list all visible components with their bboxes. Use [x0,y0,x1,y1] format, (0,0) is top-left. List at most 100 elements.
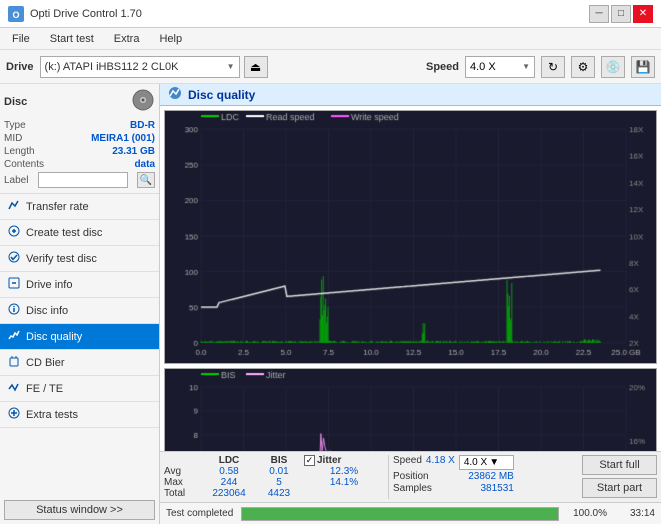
nav-cd-bier[interactable]: CD Bier [0,350,159,376]
nav-transfer-rate[interactable]: Transfer rate [0,194,159,220]
disc-length-label: Length [4,146,35,157]
drive-dropdown-arrow: ▼ [227,62,235,71]
create-test-disc-icon [8,225,20,240]
stats-avg-row: Avg 0.58 0.01 12.3% [164,466,384,477]
refresh-button[interactable]: ↻ [541,56,565,78]
disc-mid-row: MID MEIRA1 (001) [4,132,155,145]
speed-dropdown-stat-val: 4.0 X [464,457,487,468]
maximize-button[interactable]: □ [611,5,631,23]
disc-type-label: Type [4,120,26,131]
disc-section-title: Disc [4,96,27,108]
charts-area [160,106,661,451]
disc-button[interactable]: 💿 [601,56,625,78]
titlebar: O Opti Drive Control 1.70 ─ □ ✕ [0,0,661,28]
nav-create-test-disc[interactable]: Create test disc [0,220,159,246]
disc-length-row: Length 23.31 GB [4,145,155,158]
start-buttons: Start full Start part [582,455,657,498]
speed-label-stat: Speed [393,455,422,470]
extra-tests-icon [8,407,20,422]
menu-start-test[interactable]: Start test [42,31,102,47]
disc-contents-value: data [134,159,155,170]
stats-max-row: Max 244 5 14.1% [164,477,384,488]
main-content: Disc Type BD-R MID MEIRA1 (001) Length 2… [0,84,661,524]
nav-fe-te[interactable]: FE / TE [0,376,159,402]
menu-file[interactable]: File [4,31,38,47]
start-part-button[interactable]: Start part [582,478,657,498]
stats-bar: LDC BIS ✓ Jitter Avg 0.58 0.01 12.3% [160,451,661,502]
nav-list: Transfer rate Create test disc Verify te… [0,194,159,428]
disc-quality-header: Disc quality [160,84,661,106]
disc-contents-label: Contents [4,159,44,170]
speed-dropdown-stat[interactable]: 4.0 X ▼ [459,455,514,470]
menu-extra[interactable]: Extra [106,31,148,47]
progress-bar-fill [242,508,558,520]
samples-value: 381531 [480,483,513,494]
eject-button[interactable]: ⏏ [244,56,268,78]
progress-bar [241,507,559,521]
nav-disc-info[interactable]: Disc info [0,298,159,324]
stats-avg-jitter: 12.3% [304,466,384,477]
start-full-button[interactable]: Start full [582,455,657,475]
speed-label: Speed [426,61,459,73]
speed-value: 4.0 X [470,61,496,73]
drive-info-icon [8,277,20,292]
position-row: Position 23862 MB [393,471,514,482]
nav-disc-quality[interactable]: Disc quality [0,324,159,350]
disc-label-btn[interactable]: 🔍 [137,172,155,188]
samples-row: Samples 381531 [393,483,514,494]
nav-extra-tests-label: Extra tests [26,409,78,421]
stats-total-row: Total 223064 4423 [164,488,384,499]
bis-col-header: BIS [254,455,304,466]
close-button[interactable]: ✕ [633,5,653,23]
statusbar: Test completed 100.0% 33:14 [160,502,661,524]
svg-text:O: O [12,10,19,20]
stats-header-row: LDC BIS ✓ Jitter [164,455,384,466]
speed-position-stats: Speed 4.18 X 4.0 X ▼ Position 23862 MB S… [393,455,514,494]
disc-contents-row: Contents data [4,158,155,171]
stats-avg-bis: 0.01 [254,466,304,477]
settings-button[interactable]: ⚙ [571,56,595,78]
disc-quality-title: Disc quality [188,88,255,102]
drive-dropdown[interactable]: (k:) ATAPI iHBS112 2 CL0K ▼ [40,56,240,78]
disc-label-input[interactable] [38,172,128,188]
speed-value-stat: 4.18 X [426,455,455,470]
nav-verify-test-disc-label: Verify test disc [26,253,97,265]
disc-type-row: Type BD-R [4,119,155,132]
speed-dropdown[interactable]: 4.0 X ▼ [465,56,535,78]
nav-drive-info[interactable]: Drive info [0,272,159,298]
transfer-rate-icon [8,199,20,214]
status-text: Test completed [166,508,233,519]
drive-select-group: (k:) ATAPI iHBS112 2 CL0K ▼ ⏏ [40,56,420,78]
nav-fe-te-label: FE / TE [26,383,63,395]
disc-label-row: Label 🔍 [4,171,155,189]
disc-mid-value: MEIRA1 (001) [91,133,155,144]
disc-type-value: BD-R [130,120,155,131]
nav-verify-test-disc[interactable]: Verify test disc [0,246,159,272]
samples-label: Samples [393,483,432,494]
stats-max-ldc: 244 [204,477,254,488]
stats-total-label: Total [164,488,204,499]
speed-row: Speed 4.18 X 4.0 X ▼ [393,455,514,470]
disc-quality-icon [8,329,20,344]
disc-info-icon [8,303,20,318]
menubar: File Start test Extra Help [0,28,661,50]
stats-max-jitter: 14.1% [304,477,384,488]
save-button[interactable]: 💾 [631,56,655,78]
drive-dropdown-value: (k:) ATAPI iHBS112 2 CL0K [45,61,179,73]
stats-empty [164,455,204,466]
menu-help[interactable]: Help [151,31,190,47]
nav-extra-tests[interactable]: Extra tests [0,402,159,428]
bis-canvas [165,369,656,451]
toolbar: Drive (k:) ATAPI iHBS112 2 CL0K ▼ ⏏ Spee… [0,50,661,84]
titlebar-controls: ─ □ ✕ [589,5,653,23]
nav-create-test-disc-label: Create test disc [26,227,102,239]
minimize-button[interactable]: ─ [589,5,609,23]
stats-total-bis: 4423 [254,488,304,499]
status-window-button[interactable]: Status window >> [4,500,155,520]
right-panel: Disc quality LDC BIS [160,84,661,524]
speed-dropdown-arrow: ▼ [489,457,499,468]
stats-table: LDC BIS ✓ Jitter Avg 0.58 0.01 12.3% [164,455,384,499]
position-value: 23862 MB [468,471,514,482]
titlebar-left: O Opti Drive Control 1.70 [8,6,142,22]
jitter-checkbox[interactable]: ✓ [304,455,315,466]
